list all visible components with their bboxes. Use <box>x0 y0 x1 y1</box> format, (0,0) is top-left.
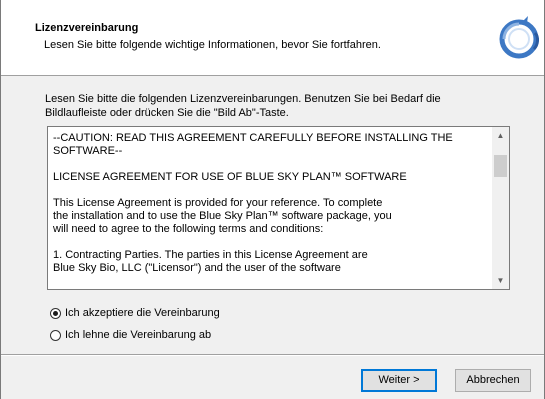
decline-label[interactable]: Ich lehne die Vereinbarung ab <box>65 329 211 341</box>
page-title: Lizenzvereinbarung <box>35 22 139 34</box>
wizard-header: Lizenzvereinbarung Lesen Sie bitte folge… <box>1 0 544 76</box>
license-paragraph: --CAUTION: READ THIS AGREEMENT CAREFULLY… <box>53 132 453 157</box>
scrollbar-thumb[interactable] <box>494 155 507 177</box>
license-intro-text: Lesen Sie bitte die folgenden Lizenzvere… <box>45 92 495 120</box>
scroll-down-arrow-icon[interactable]: ▼ <box>492 272 509 289</box>
accept-option[interactable]: Ich akzeptiere die Vereinbarung <box>50 305 220 321</box>
footer-divider-highlight <box>1 355 544 356</box>
license-paragraph: 1. Contracting Parties. The parties in t… <box>53 249 368 274</box>
next-button[interactable]: Weiter > <box>361 369 437 392</box>
cancel-button[interactable]: Abbrechen <box>455 369 531 392</box>
license-text-area[interactable]: --CAUTION: READ THIS AGREEMENT CAREFULLY… <box>47 126 510 290</box>
page-subtitle: Lesen Sie bitte folgende wichtige Inform… <box>44 39 381 51</box>
license-paragraph: This License Agreement is provided for y… <box>53 197 392 235</box>
accept-label[interactable]: Ich akzeptiere die Vereinbarung <box>65 307 220 319</box>
decline-radio-button[interactable] <box>50 329 61 341</box>
blue-sky-logo-icon <box>499 16 539 59</box>
license-paragraph: LICENSE AGREEMENT FOR USE OF BLUE SKY PL… <box>53 171 407 183</box>
intro-line-2: Bildlaufleiste oder drücken Sie die "Bil… <box>45 107 289 119</box>
decline-option[interactable]: Ich lehne die Vereinbarung ab <box>50 327 211 343</box>
license-text-content: --CAUTION: READ THIS AGREEMENT CAREFULLY… <box>53 132 483 288</box>
accept-radio-button[interactable] <box>50 307 61 319</box>
intro-line-1: Lesen Sie bitte die folgenden Lizenzvere… <box>45 93 441 105</box>
scroll-up-arrow-icon[interactable]: ▲ <box>492 127 509 144</box>
vertical-scrollbar[interactable]: ▲ ▼ <box>492 127 509 289</box>
